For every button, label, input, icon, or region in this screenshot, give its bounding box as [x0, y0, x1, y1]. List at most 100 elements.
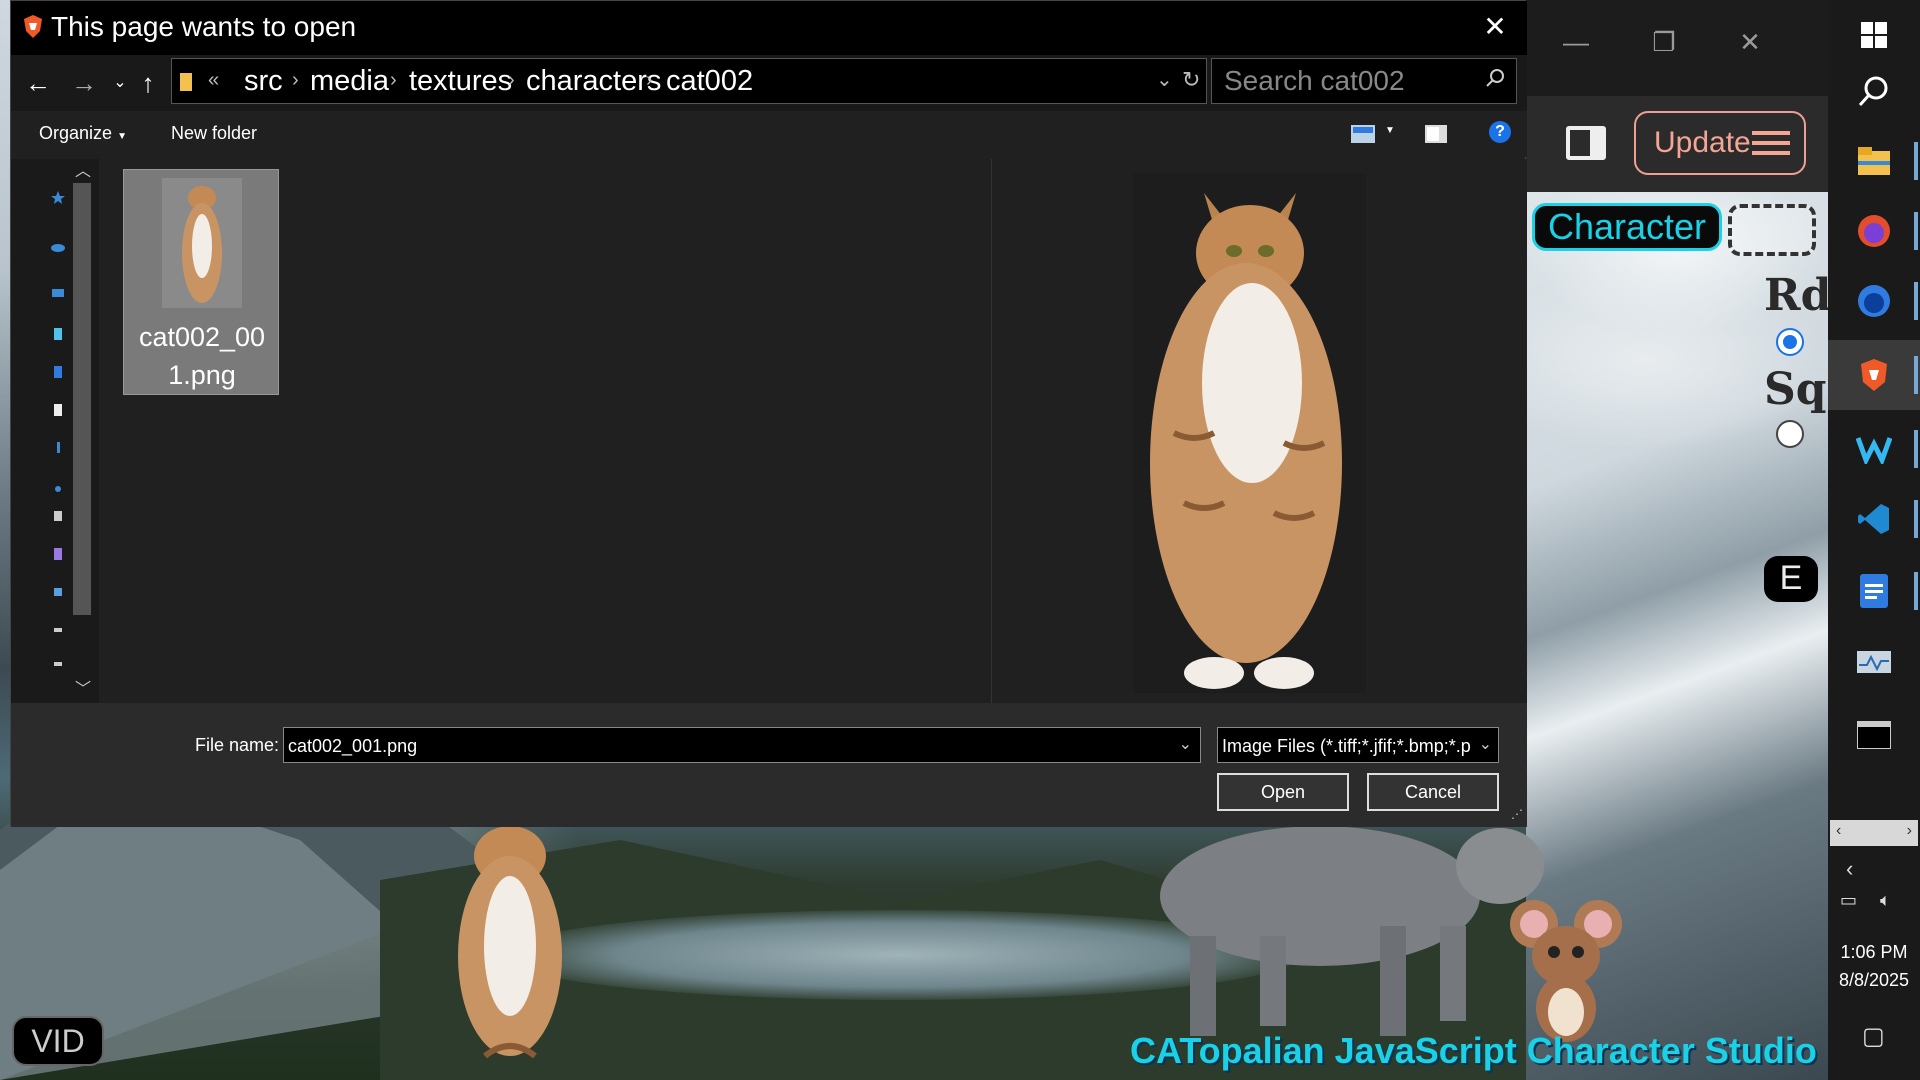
local-disk-icon[interactable]: [51, 585, 65, 599]
chevron-down-icon: ▼: [117, 131, 127, 142]
file-open-dialog: This page wants to open ✕ ← → ⌄ ↑ « src …: [10, 0, 1527, 827]
search-placeholder: Search cat002: [1224, 65, 1405, 96]
file-name-line2: 1.png: [168, 360, 236, 390]
downloads-icon[interactable]: [51, 441, 65, 455]
folder-icon: [180, 73, 192, 91]
tray-scrollbar[interactable]: ‹ ›: [1830, 820, 1918, 846]
shape-sq-radio[interactable]: [1776, 420, 1804, 448]
shape-rd-label: Rd: [1764, 270, 1832, 321]
taskbar: [1828, 0, 1920, 1080]
chevron-right-icon[interactable]: ›: [292, 69, 299, 92]
forward-arrow-icon[interactable]: →: [67, 63, 101, 103]
preview-pane-icon[interactable]: [1425, 125, 1447, 143]
screen: — ❐ ✕ Update Character Rd Sq E VID CATop…: [0, 0, 1920, 1080]
3d-objects-icon[interactable]: [51, 327, 65, 341]
shape-rd-radio[interactable]: [1776, 328, 1804, 356]
notifications-icon[interactable]: ▢: [1862, 1022, 1885, 1051]
browser-titlebar: — ❐ ✕: [1526, 0, 1828, 96]
file-explorer-icon[interactable]: [1828, 126, 1920, 196]
address-bar[interactable]: « src › media › textures › characters › …: [171, 58, 1207, 104]
file-name-input[interactable]: cat002_001.png ⌄: [283, 727, 1201, 763]
vid-button[interactable]: VID: [12, 1016, 104, 1066]
scroll-down-icon[interactable]: ﹀: [75, 675, 91, 699]
breadcrumb-src[interactable]: src: [244, 65, 283, 98]
tray-expand-icon[interactable]: ‹: [1846, 856, 1853, 882]
chevron-right-icon[interactable]: ›: [508, 69, 515, 92]
clock-time[interactable]: 1:06 PM: [1828, 942, 1920, 963]
quick-access-icon[interactable]: [51, 191, 65, 205]
e-button[interactable]: E: [1764, 556, 1818, 602]
videos-icon[interactable]: [51, 547, 65, 561]
breadcrumb-media[interactable]: media: [310, 65, 389, 98]
music-icon[interactable]: [51, 479, 65, 493]
restore-button[interactable]: ❐: [1644, 22, 1684, 62]
task-manager-icon[interactable]: [1828, 628, 1920, 698]
mouse-sprite[interactable]: [1506, 896, 1626, 1046]
scroll-left-icon[interactable]: ‹: [1836, 822, 1841, 840]
chevron-down-icon[interactable]: ⌄: [1179, 734, 1192, 754]
address-dropdown-icon[interactable]: ⌄: [1156, 67, 1173, 92]
docs-icon[interactable]: [1828, 556, 1920, 626]
back-arrow-icon[interactable]: ←: [21, 63, 55, 103]
organize-button[interactable]: Organize ▼: [39, 123, 127, 144]
cancel-button[interactable]: Cancel: [1367, 773, 1499, 811]
windsurf-icon[interactable]: [1828, 414, 1920, 484]
file-type-value: Image Files (*.tiff;*.jfif;*.bmp;*.p: [1222, 736, 1471, 756]
search-icon[interactable]: [1828, 56, 1920, 126]
up-arrow-icon[interactable]: ↑: [131, 63, 165, 103]
update-button[interactable]: Update: [1634, 111, 1806, 175]
resize-grip-icon[interactable]: ⋰: [1511, 807, 1523, 821]
cat-sprite-walking[interactable]: [1130, 826, 1550, 1046]
help-icon[interactable]: ?: [1489, 121, 1511, 143]
minimize-button[interactable]: —: [1556, 22, 1596, 62]
chevron-right-icon[interactable]: ›: [646, 69, 653, 92]
nav-scrollbar-thumb[interactable]: [73, 183, 91, 615]
onedrive-icon[interactable]: [51, 239, 65, 253]
view-dropdown-icon[interactable]: ▼: [1385, 125, 1395, 136]
navigation-pane: ︿ ﹀: [11, 159, 99, 703]
file-name-label: File name:: [195, 735, 280, 755]
navigation-row: ← → ⌄ ↑ « src › media › textures › chara…: [11, 55, 1527, 111]
overflow-marker[interactable]: «: [208, 69, 219, 92]
scroll-up-icon[interactable]: ︿: [75, 157, 91, 181]
terminal-icon[interactable]: [1828, 700, 1920, 770]
network-icon[interactable]: ▭: [1840, 890, 1857, 911]
dialog-close-button[interactable]: ✕: [1473, 7, 1517, 47]
volume-icon[interactable]: 🔈︎: [1880, 890, 1891, 911]
file-list-pane: cat002_00 1.png: [99, 159, 989, 703]
studio-title: CATopalian JavaScript Character Studio: [1130, 1030, 1817, 1071]
file-type-select[interactable]: Image Files (*.tiff;*.jfif;*.bmp;*.p ⌄: [1217, 727, 1499, 763]
breadcrumb-cat002[interactable]: cat002: [666, 65, 753, 98]
network-drive-icon[interactable]: [51, 657, 65, 671]
pictures-icon[interactable]: [51, 509, 65, 523]
breadcrumb-characters[interactable]: characters: [526, 65, 661, 98]
clock-date[interactable]: 8/8/2025: [1828, 970, 1920, 991]
dashed-selection-box[interactable]: [1728, 204, 1816, 256]
desktop-icon[interactable]: [51, 365, 65, 379]
refresh-icon[interactable]: ↻: [1182, 67, 1200, 93]
brave-icon: [24, 15, 42, 38]
sidebar-toggle-icon[interactable]: [1566, 126, 1606, 160]
new-folder-button[interactable]: New folder: [171, 123, 257, 144]
drive-icon[interactable]: [51, 623, 65, 637]
search-input[interactable]: Search cat002: [1211, 58, 1517, 104]
cat-sprite-sitting[interactable]: [440, 826, 580, 1080]
chevron-right-icon[interactable]: ›: [390, 69, 397, 92]
scroll-right-icon[interactable]: ›: [1907, 822, 1912, 840]
character-button[interactable]: Character: [1532, 203, 1722, 251]
vscode-icon[interactable]: [1828, 484, 1920, 554]
file-name-line1: cat002_00: [138, 322, 266, 352]
dialog-title: This page wants to open: [51, 11, 357, 42]
breadcrumb-textures[interactable]: textures: [409, 65, 512, 98]
view-options-icon[interactable]: [1351, 125, 1375, 143]
file-item-cat002-001[interactable]: cat002_00 1.png: [123, 169, 279, 395]
open-button[interactable]: Open: [1217, 773, 1349, 811]
firefox-icon[interactable]: [1828, 196, 1920, 266]
documents-icon[interactable]: [51, 403, 65, 417]
close-button[interactable]: ✕: [1730, 22, 1770, 62]
command-bar: Organize ▼ New folder ▼ ?: [11, 111, 1527, 157]
this-pc-icon[interactable]: [51, 287, 65, 301]
firefox-developer-icon[interactable]: [1828, 266, 1920, 336]
search-icon[interactable]: [1484, 67, 1506, 89]
brave-icon[interactable]: [1828, 340, 1920, 410]
